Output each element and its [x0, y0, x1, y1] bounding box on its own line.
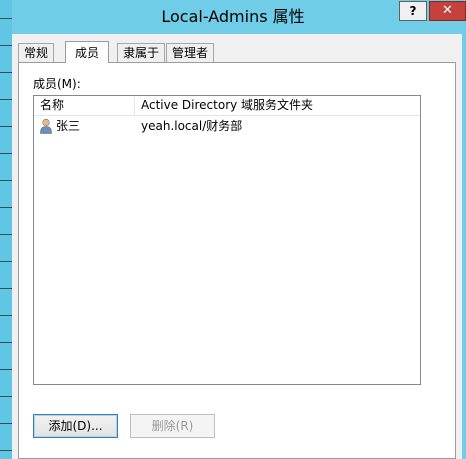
close-button[interactable]: ✕: [429, 1, 466, 21]
list-header: 名称 Active Directory 域服务文件夹: [34, 96, 420, 116]
tab-member-of[interactable]: 隶属于: [117, 43, 166, 62]
members-label: 成员(M):: [33, 77, 81, 91]
tab-general[interactable]: 常规: [18, 43, 55, 62]
column-header-folder[interactable]: Active Directory 域服务文件夹: [135, 96, 421, 115]
help-button[interactable]: ?: [399, 1, 427, 21]
properties-dialog: Local-Admins 属性 ? ✕ 常规 成员 隶属于 管理者 成员(M):…: [0, 0, 466, 459]
add-button[interactable]: 添加(D)...: [33, 414, 118, 438]
members-list[interactable]: 名称 Active Directory 域服务文件夹 张三 yeah.local…: [33, 95, 421, 385]
dialog-client-area: 常规 成员 隶属于 管理者 成员(M): 名称 Active Directory…: [12, 34, 462, 459]
remove-button[interactable]: 删除(R): [130, 414, 215, 438]
members-panel: 成员(M): 名称 Active Directory 域服务文件夹 张三 yea…: [18, 62, 456, 459]
tab-managed-by[interactable]: 管理者: [166, 43, 215, 62]
tab-members[interactable]: 成员: [65, 41, 110, 63]
background-window-strip: [0, 0, 12, 459]
list-item[interactable]: 张三 yeah.local/财务部: [34, 116, 420, 136]
member-folder: yeah.local/财务部: [141, 119, 243, 133]
window-title: Local-Admins 属性: [161, 7, 305, 26]
user-icon: [40, 118, 52, 134]
member-name: 张三: [56, 119, 81, 133]
column-header-name[interactable]: 名称: [34, 96, 134, 115]
